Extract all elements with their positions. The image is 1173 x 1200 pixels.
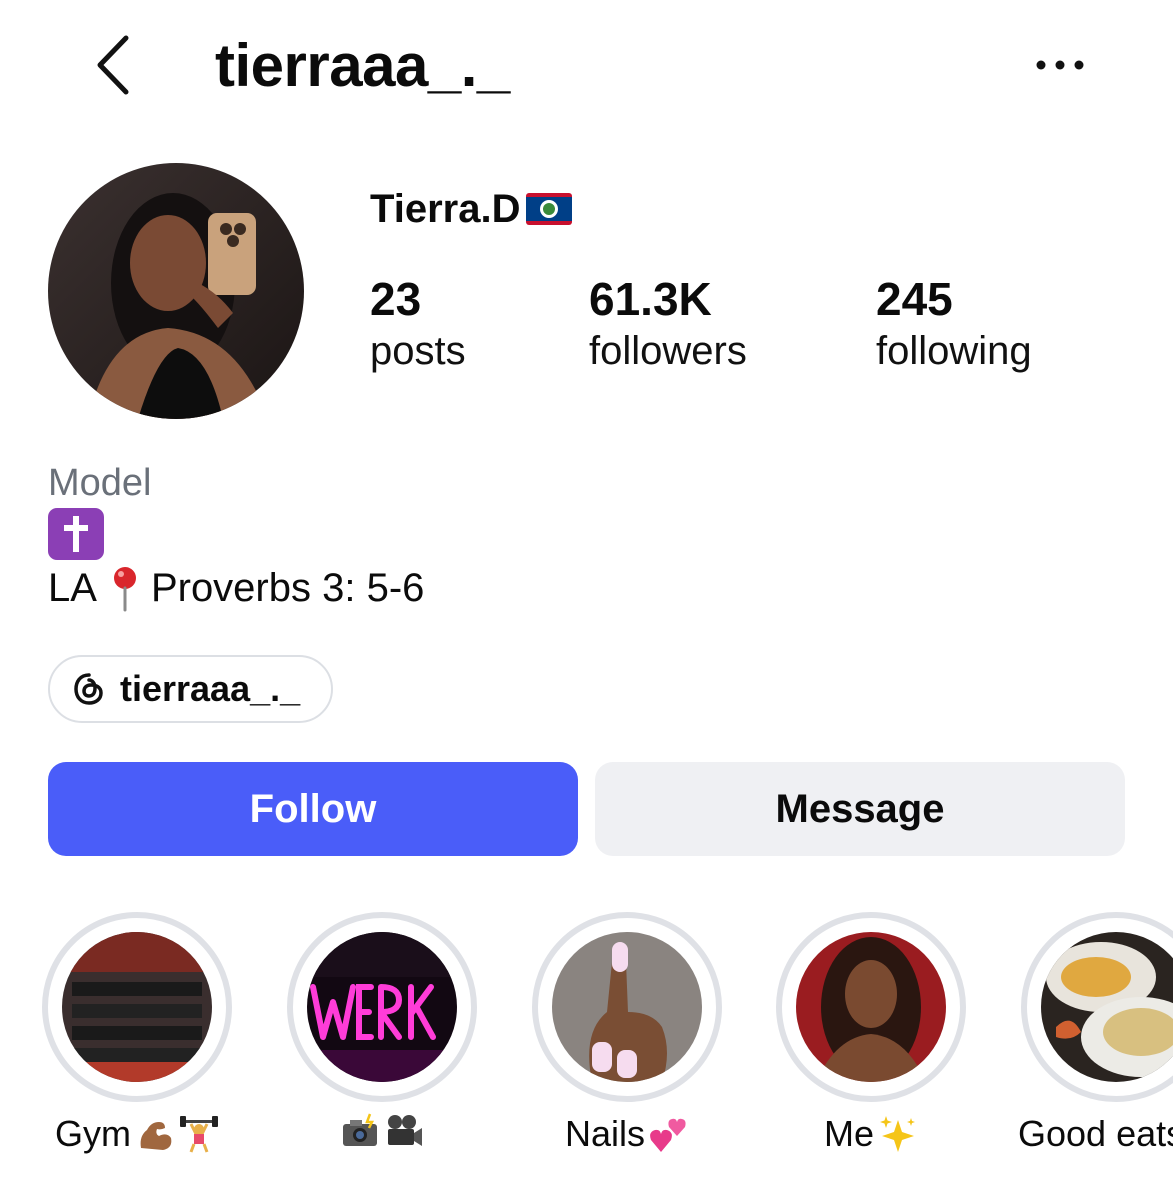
more-options-button[interactable] bbox=[1028, 40, 1092, 90]
weight-lifter-emoji bbox=[180, 1116, 218, 1153]
bio-category: Model bbox=[48, 462, 152, 504]
chevron-left-icon bbox=[97, 35, 129, 95]
posts-count: 23 bbox=[370, 273, 422, 325]
highlight-cover bbox=[552, 932, 702, 1082]
highlight-label bbox=[287, 1112, 477, 1152]
following-label: following bbox=[876, 329, 1032, 373]
bio-location: LA bbox=[48, 566, 97, 610]
highlight-media[interactable] bbox=[287, 912, 477, 1152]
highlight-label: Nails bbox=[532, 1112, 722, 1156]
highlight-label-text: Me bbox=[823, 1113, 874, 1154]
highlight-cover bbox=[1041, 932, 1173, 1082]
more-horizontal-icon bbox=[1036, 60, 1084, 70]
latin-cross-emoji bbox=[48, 508, 104, 560]
following-count: 245 bbox=[876, 273, 953, 325]
avatar[interactable] bbox=[48, 163, 304, 419]
threads-icon bbox=[74, 673, 103, 705]
highlight-nails[interactable]: Nails bbox=[532, 912, 722, 1156]
highlight-label-text: Nails bbox=[564, 1113, 645, 1154]
threads-link[interactable]: tierraaa_._ bbox=[48, 655, 333, 723]
highlight-label: Me bbox=[776, 1112, 966, 1156]
bio-location-line: LA Proverbs 3: 5-6 bbox=[48, 564, 424, 612]
highlight-cover bbox=[307, 932, 457, 1082]
message-button[interactable]: Message bbox=[595, 762, 1125, 856]
highlight-gym[interactable]: Gym bbox=[42, 912, 232, 1156]
profile-page: tierraaa_._ Tierra.D 23 posts 61.3K foll… bbox=[0, 0, 1173, 1200]
bio-verse: Proverbs 3: 5-6 bbox=[150, 566, 425, 610]
highlight-good-eats[interactable]: Good eats bbox=[1018, 912, 1173, 1156]
display-name: Tierra.D bbox=[370, 184, 573, 234]
highlight-label-text: Gym bbox=[55, 1113, 131, 1154]
flexed-biceps-emoji bbox=[140, 1122, 172, 1150]
highlight-label-text: Good eats bbox=[1018, 1113, 1173, 1154]
movie-camera-emoji bbox=[388, 1115, 422, 1146]
highlight-cover bbox=[796, 932, 946, 1082]
follow-button[interactable]: Follow bbox=[48, 762, 578, 856]
two-hearts-emoji bbox=[650, 1118, 686, 1152]
round-pushpin-emoji bbox=[113, 567, 136, 612]
threads-username: tierraaa_._ bbox=[120, 668, 301, 709]
camera-flash-emoji bbox=[343, 1113, 377, 1146]
followers-label: followers bbox=[589, 329, 747, 373]
stat-followers[interactable]: 61.3K followers bbox=[589, 272, 747, 376]
sparkles-emoji bbox=[880, 1116, 915, 1152]
posts-label: posts bbox=[370, 329, 466, 373]
display-name-text: Tierra.D bbox=[370, 187, 521, 231]
belize-flag-icon bbox=[526, 193, 573, 225]
highlight-cover bbox=[62, 932, 212, 1082]
back-button[interactable] bbox=[84, 30, 144, 100]
highlight-me[interactable]: Me bbox=[776, 912, 966, 1156]
highlight-label: Gym bbox=[42, 1112, 232, 1156]
highlight-label: Good eats bbox=[1018, 1112, 1173, 1156]
stat-posts[interactable]: 23 posts bbox=[370, 272, 466, 376]
followers-count: 61.3K bbox=[589, 273, 712, 325]
stat-following[interactable]: 245 following bbox=[876, 272, 1032, 376]
page-title: tierraaa_._ bbox=[215, 32, 510, 99]
